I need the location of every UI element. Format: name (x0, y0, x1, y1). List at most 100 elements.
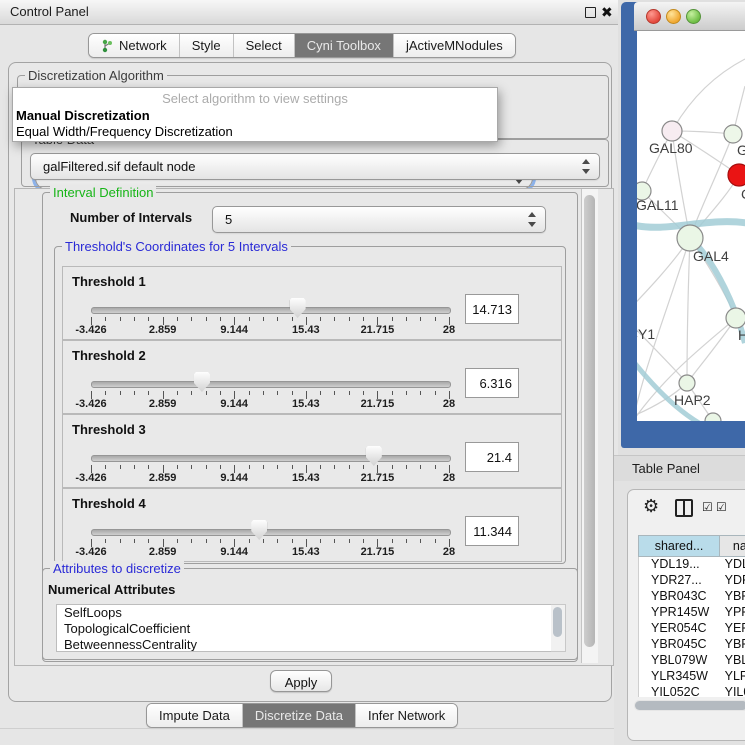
threshold-label: Threshold 3 (72, 422, 146, 437)
cell-name: YBL0 (721, 653, 745, 669)
network-graph: GAL80GACGAL11GAL4GCY1HHAP2 (637, 31, 745, 421)
tab-cyni-toolbox[interactable]: Cyni Toolbox (295, 34, 394, 57)
scale-label: 15.43 (292, 324, 320, 336)
apply-button[interactable]: Apply (270, 670, 332, 692)
num-intervals-combobox[interactable]: 5 (212, 206, 546, 233)
column-header-name[interactable]: name (720, 535, 745, 557)
threshold-value-field[interactable]: 14.713 (465, 294, 519, 324)
network-node[interactable] (726, 308, 745, 328)
control-panel-titlebar: Control Panel ✖ (0, 0, 618, 25)
threshold-value-field[interactable]: 21.4 (465, 442, 519, 472)
scrollbar-thumb[interactable] (553, 607, 562, 637)
cell-name: YBR0 (721, 637, 745, 653)
table-row[interactable]: YPR145WYPR1 (639, 605, 745, 621)
num-intervals-label: Number of Intervals (70, 210, 192, 225)
scale-label: 9.144 (220, 472, 248, 484)
threshold-value-field[interactable]: 11.344 (465, 516, 519, 546)
top-tab-bar: Network Style Select Cyni Toolbox jActiveMNo… (88, 33, 516, 58)
scale-label: 2.859 (149, 398, 177, 410)
attribute-list-item[interactable]: SelfLoops (57, 605, 551, 621)
threshold-value-field[interactable]: 6.316 (465, 368, 519, 398)
scale-label: 15.43 (292, 398, 320, 410)
table-panel-title: Table Panel (632, 456, 700, 482)
minimize-traffic-light-icon[interactable] (666, 9, 681, 24)
slider-track[interactable] (91, 455, 451, 462)
scrollbar-thumb[interactable] (635, 701, 745, 710)
column-header-shared-name[interactable]: shared... (638, 535, 720, 557)
network-canvas[interactable]: GAL80GACGAL11GAL4GCY1HHAP2 (637, 31, 745, 421)
checkbox-icon[interactable]: ☑ (702, 500, 713, 514)
tab-select[interactable]: Select (234, 34, 295, 57)
network-node[interactable] (724, 125, 742, 143)
table-row[interactable]: YER054CYER0 (639, 621, 745, 637)
close-traffic-light-icon[interactable] (646, 9, 661, 24)
table-row[interactable]: YLR345WYLR3 (639, 669, 745, 685)
tab-jactivemnodules[interactable]: jActiveMNodules (394, 34, 515, 57)
table-row[interactable]: YBR045CYBR0 (639, 637, 745, 653)
cell-name: YDR2 (721, 573, 745, 589)
table-row[interactable]: YBL079WYBL0 (639, 653, 745, 669)
attribute-list[interactable]: SelfLoopsTopologicalCoefficientBetweenne… (56, 604, 552, 652)
scale-label: 15.43 (292, 546, 320, 558)
tab-impute-data[interactable]: Impute Data (147, 704, 243, 727)
threshold-row: Threshold 3-3.4262.8599.14415.4321.71528… (62, 414, 562, 488)
horizontal-scrollbar[interactable] (634, 700, 745, 711)
zoom-traffic-light-icon[interactable] (686, 9, 701, 24)
tab-label: Style (192, 38, 221, 53)
table-row[interactable]: YDL19...YDL1 (639, 557, 745, 573)
slider-thumb[interactable] (290, 298, 306, 318)
table-row[interactable]: YIL052CYIL0 (639, 685, 745, 697)
threshold-row: Threshold 4-3.4262.8599.14415.4321.71528… (62, 488, 562, 562)
threshold-row: Threshold 2-3.4262.8599.14415.4321.71528… (62, 340, 562, 414)
attribute-list-scrollbar[interactable] (551, 604, 566, 652)
tab-infer-network[interactable]: Infer Network (356, 704, 457, 727)
slider-thumb[interactable] (194, 372, 210, 392)
control-panel-title: Control Panel (10, 0, 89, 24)
slider-track[interactable] (91, 529, 451, 536)
slider-thumb[interactable] (366, 446, 382, 466)
scale-label: 21.715 (361, 546, 395, 558)
cell-shared-name: YBR045C (639, 637, 721, 653)
scale-label: -3.426 (75, 324, 106, 336)
attributes-group-title: Attributes to discretize (50, 561, 184, 576)
attribute-list-item[interactable]: TopologicalCoefficient (57, 621, 551, 637)
network-node[interactable] (662, 121, 682, 141)
table-row[interactable]: YDR27...YDR2 (639, 573, 745, 589)
checkbox-icon[interactable]: ☑ (716, 500, 727, 514)
columns-icon[interactable] (675, 499, 693, 517)
divider (0, 728, 618, 729)
tab-label: Cyni Toolbox (307, 38, 381, 53)
network-node-label: HAP2 (674, 392, 711, 408)
network-node[interactable] (679, 375, 695, 391)
table-header-row: shared... name (638, 535, 745, 557)
cell-shared-name: YDL19... (639, 557, 721, 573)
slider-thumb[interactable] (251, 520, 267, 540)
dropdown-option-equal-width[interactable]: Equal Width/Frequency Discretization (16, 124, 233, 139)
scale-label: 2.859 (149, 324, 177, 336)
tab-style[interactable]: Style (180, 34, 234, 57)
network-window-titlebar (634, 2, 745, 31)
gear-icon[interactable]: ⚙ (643, 496, 659, 517)
cell-shared-name: YIL052C (639, 685, 721, 697)
algorithm-group-title: Discretization Algorithm (25, 68, 167, 83)
dropdown-option-manual[interactable]: Manual Discretization (16, 108, 150, 123)
cell-shared-name: YLR345W (639, 669, 721, 685)
scrollbar-thumb[interactable] (584, 195, 595, 647)
network-node[interactable] (705, 413, 721, 421)
tab-network[interactable]: Network (89, 34, 180, 57)
table-row[interactable]: YBR043CYBR0 (639, 589, 745, 605)
cell-shared-name: YER054C (639, 621, 721, 637)
scale-label: -3.426 (75, 472, 106, 484)
network-node[interactable] (728, 164, 745, 186)
table-data-combobox[interactable]: galFiltered.sif default node (30, 153, 600, 180)
tab-discretize-data[interactable]: Discretize Data (243, 704, 356, 727)
slider-track[interactable] (91, 381, 451, 388)
close-icon[interactable]: ✖ (601, 4, 613, 21)
vertical-scrollbar[interactable] (581, 189, 598, 663)
float-window-icon[interactable] (585, 7, 596, 18)
network-nodes (637, 121, 745, 421)
network-node-label: GAL4 (693, 248, 729, 264)
slider-track[interactable] (91, 307, 451, 314)
attribute-list-item[interactable]: BetweennessCentrality (57, 637, 551, 652)
scale-label: 28 (443, 546, 455, 558)
